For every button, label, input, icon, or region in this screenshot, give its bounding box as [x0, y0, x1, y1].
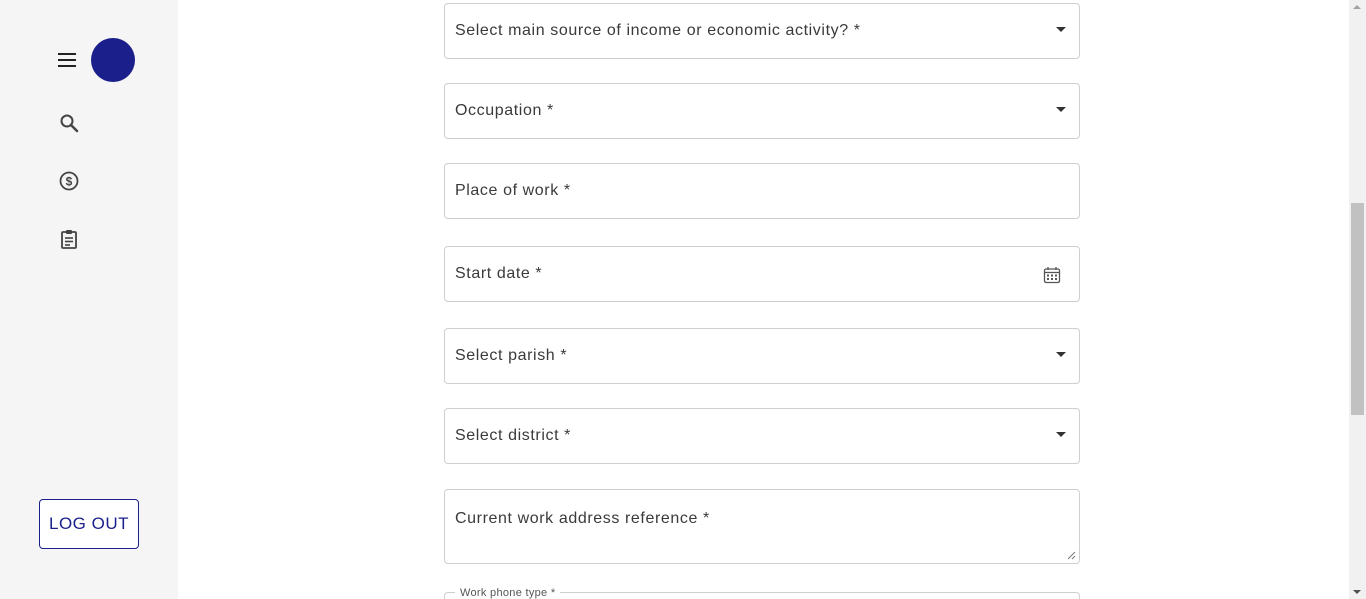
menu-icon[interactable] — [56, 49, 78, 71]
field-label: Occupation * — [455, 102, 554, 119]
occupation-select[interactable]: Occupation * — [444, 83, 1080, 139]
field-label: Place of work * — [455, 182, 571, 199]
scroll-down-icon[interactable] — [1353, 590, 1361, 594]
chevron-down-icon — [1056, 432, 1066, 437]
field-label: Select main source of income or economic… — [455, 22, 861, 39]
svg-text:$: $ — [66, 175, 73, 189]
calendar-icon[interactable] — [1043, 266, 1061, 284]
scroll-thumb[interactable] — [1351, 203, 1364, 415]
place-of-work-input[interactable]: Place of work * — [444, 163, 1080, 219]
form-area: Select main source of income or economic… — [178, 0, 1349, 599]
chevron-down-icon — [1056, 352, 1066, 357]
clipboard-icon[interactable] — [57, 227, 81, 251]
field-label: Start date * — [455, 265, 543, 282]
resize-handle-icon[interactable] — [1066, 550, 1076, 560]
work-address-textarea[interactable]: Current work address reference * — [444, 489, 1080, 564]
avatar[interactable] — [91, 38, 135, 82]
dollar-circle-icon[interactable]: $ — [57, 169, 81, 193]
field-label: Work phone type * — [455, 587, 561, 599]
work-phone-type-select[interactable]: Work phone type * — [444, 587, 1080, 599]
field-label: Select parish * — [455, 347, 568, 364]
vertical-scrollbar[interactable] — [1349, 0, 1366, 599]
search-icon[interactable] — [57, 111, 81, 135]
income-source-select[interactable]: Select main source of income or economic… — [444, 3, 1080, 59]
field-label: Current work address reference * — [455, 510, 710, 527]
chevron-down-icon — [1056, 27, 1066, 32]
chevron-down-icon — [1056, 107, 1066, 112]
district-select[interactable]: Select district * — [444, 408, 1080, 464]
start-date-input[interactable]: Start date * — [444, 246, 1080, 302]
sidebar: $ LOG OUT — [0, 0, 178, 599]
field-label: Select district * — [455, 427, 572, 444]
scroll-up-icon[interactable] — [1353, 5, 1361, 9]
parish-select[interactable]: Select parish * — [444, 328, 1080, 384]
logout-button[interactable]: LOG OUT — [39, 499, 139, 549]
